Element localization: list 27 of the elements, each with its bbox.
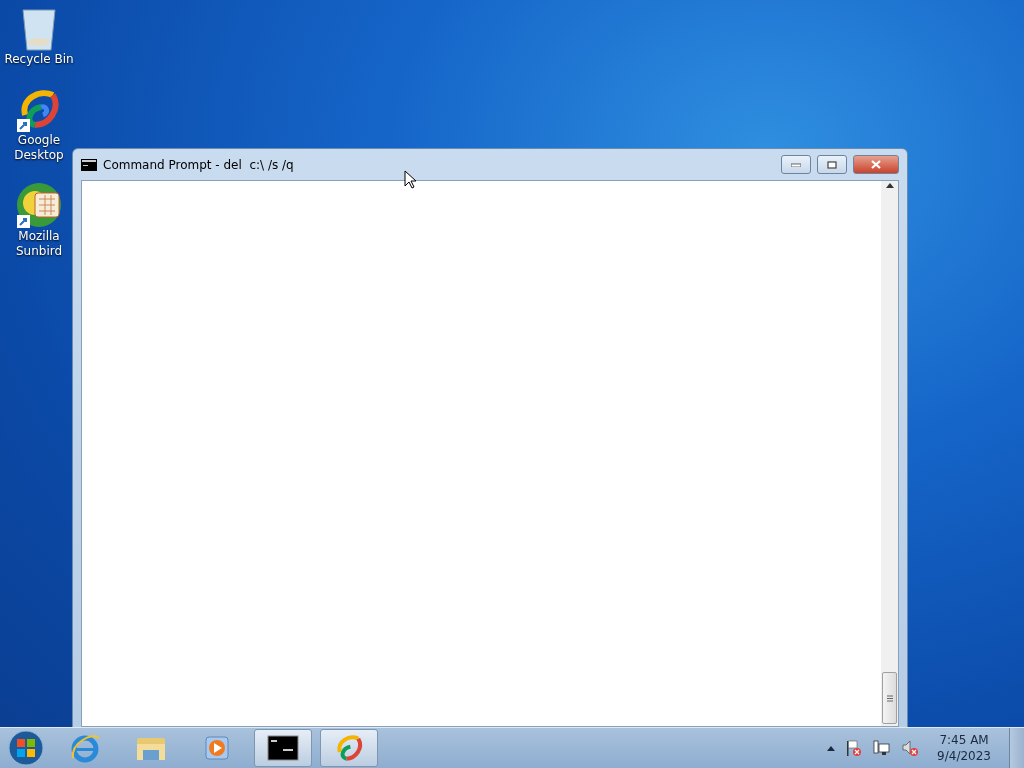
desktop-icon-label[interactable]: Google Desktop [2,133,76,163]
taskbar-app-button[interactable] [254,729,312,767]
grip-icon [886,694,893,702]
terminal-icon[interactable] [267,735,299,761]
minimize-button[interactable] [781,155,811,174]
desktop-icon-label[interactable]: Mozilla Sunbird [2,229,76,259]
clock-time[interactable]: 7:45 AM [939,732,989,748]
media-player-icon[interactable] [203,734,231,762]
network-icon[interactable] [873,739,892,757]
minimize-icon [791,162,801,167]
clock-date[interactable]: 9/4/2023 [937,748,991,764]
browser-icon[interactable] [69,732,101,764]
flag-icon[interactable] [845,739,864,757]
window-title: Command Prompt - del c:\ /s /q [103,157,295,172]
close-icon [871,160,881,169]
show-hidden-icons-icon[interactable] [827,745,836,751]
maximize-button[interactable] [817,155,847,174]
show-desktop-button[interactable] [1009,728,1024,768]
desktop-icon-label[interactable]: Recycle Bin [2,52,76,67]
calendar-globe-icon[interactable] [15,181,63,229]
close-button[interactable] [853,155,899,174]
console-icon [81,158,97,171]
scroll-thumb[interactable] [882,672,897,724]
scroll-up-icon[interactable] [885,183,894,188]
scrollbar[interactable] [881,181,898,726]
maximize-icon [827,160,837,169]
speaker-muted-icon[interactable] [901,739,920,757]
